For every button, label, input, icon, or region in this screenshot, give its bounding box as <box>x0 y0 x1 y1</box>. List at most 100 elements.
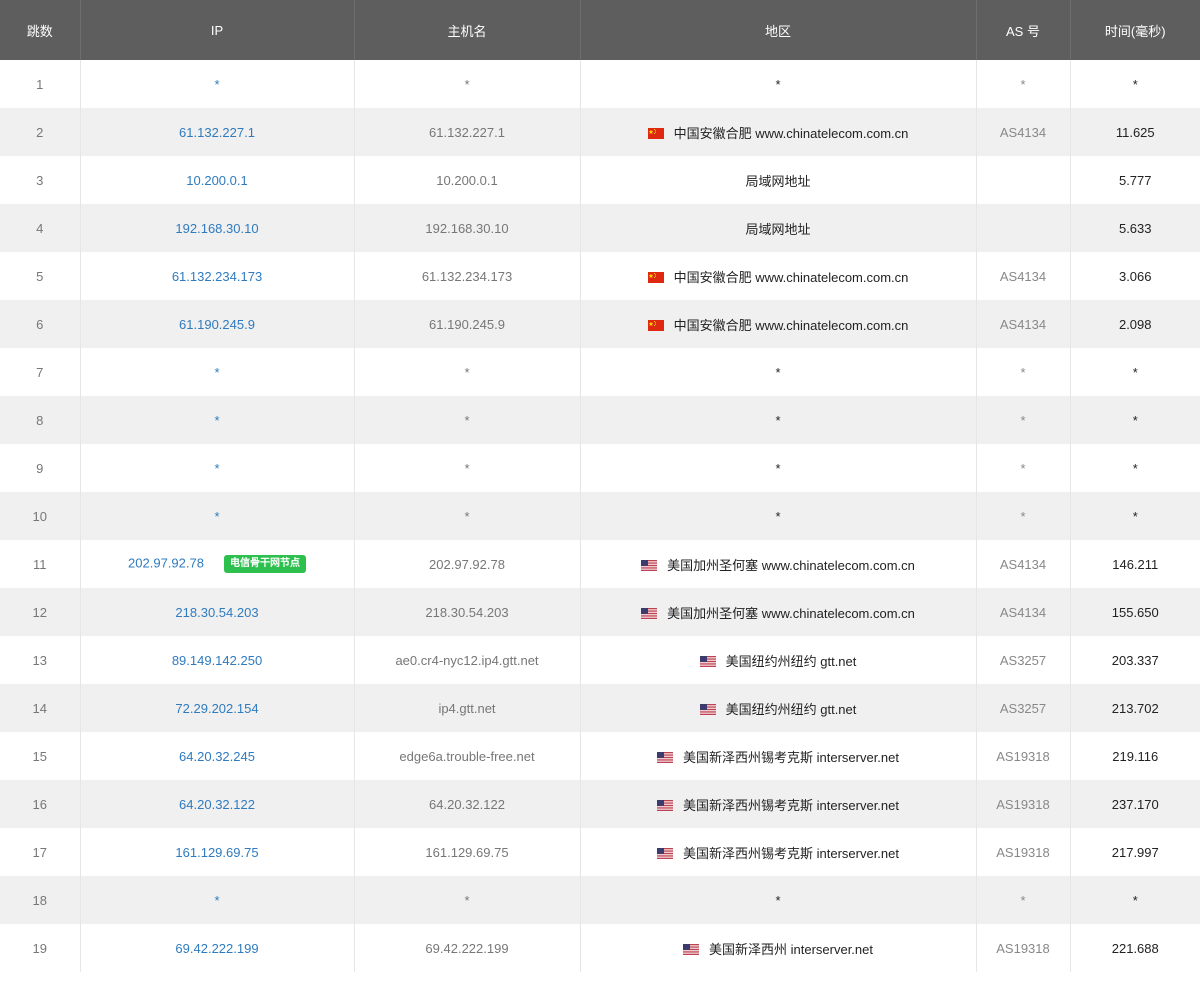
us-flag-icon <box>657 799 673 811</box>
region-cell: 美国纽约州纽约 gtt.net <box>580 636 977 684</box>
hostname-cell: 192.168.30.10 <box>354 204 581 252</box>
region-cell: * <box>580 396 977 444</box>
as-cell: AS19318 <box>976 924 1071 972</box>
header-time: 时间(毫秒) <box>1070 0 1200 60</box>
hostname-cell: 69.42.222.199 <box>354 924 581 972</box>
ip-cell: * <box>80 348 355 396</box>
hostname-cell: 61.190.245.9 <box>354 300 581 348</box>
ip-link[interactable]: 10.200.0.1 <box>186 173 247 188</box>
as-cell: AS4134 <box>976 108 1071 156</box>
hostname-cell: 61.132.227.1 <box>354 108 581 156</box>
as-cell: AS3257 <box>976 684 1071 732</box>
region-text: 美国纽约州纽约 gtt.net <box>725 701 857 717</box>
ip-link[interactable]: * <box>214 461 219 476</box>
ip-link[interactable]: 72.29.202.154 <box>175 701 258 716</box>
ip-link[interactable]: * <box>214 365 219 380</box>
as-cell: AS4134 <box>976 252 1071 300</box>
hop-cell: 11 <box>0 540 81 588</box>
us-flag-icon <box>699 703 716 715</box>
ip-cell: 192.168.30.10 <box>80 204 355 252</box>
ip-link[interactable]: 89.149.142.250 <box>172 653 262 668</box>
region-text: * <box>775 76 781 92</box>
region-text: 中国安徽合肥 www.chinatelecom.com.cn <box>673 125 909 141</box>
as-cell: AS19318 <box>976 828 1071 876</box>
ip-link[interactable]: 161.129.69.75 <box>175 845 258 860</box>
region-text: * <box>775 892 781 908</box>
as-cell: * <box>976 396 1071 444</box>
hop-cell: 12 <box>0 588 81 636</box>
region-cell: 中国安徽合肥 www.chinatelecom.com.cn <box>580 252 977 300</box>
ip-link[interactable]: * <box>214 509 219 524</box>
time-cell: 5.777 <box>1118 172 1152 188</box>
hostname-cell: edge6a.trouble-free.net <box>354 732 581 780</box>
hostname-cell: ae0.cr4-nyc12.ip4.gtt.net <box>354 636 581 684</box>
table-row: 17 161.129.69.75 161.129.69.75 美国新泽西州锡考克斯 i… <box>0 828 1200 876</box>
hop-cell: 16 <box>0 780 81 828</box>
hop-cell: 19 <box>0 924 81 972</box>
region-text: 局域网地址 <box>745 173 811 189</box>
header-hop: 跳数 <box>0 0 81 60</box>
us-flag-icon <box>641 559 658 571</box>
ip-link[interactable]: * <box>214 413 219 428</box>
table-row: 18 * * * * * <box>0 876 1200 924</box>
ip-cell: 61.190.245.9 <box>80 300 355 348</box>
as-cell <box>976 204 1071 252</box>
ip-cell: 69.42.222.199 <box>80 924 355 972</box>
table-row: 11 202.97.92.78 电信骨干网节点 202.97.92.78 美国加州圣何塞… <box>0 540 1200 588</box>
ip-link[interactable]: 61.190.245.9 <box>179 317 255 332</box>
hop-cell: 14 <box>0 684 81 732</box>
table-row: 9 * * * * * <box>0 444 1200 492</box>
region-cell: 美国加州圣何塞 www.chinatelecom.com.cn <box>580 540 977 588</box>
ip-link[interactable]: 61.132.227.1 <box>179 125 255 140</box>
hostname-cell: 161.129.69.75 <box>354 828 581 876</box>
ip-link[interactable]: 64.20.32.245 <box>179 749 255 764</box>
ip-link[interactable]: * <box>214 77 219 92</box>
time-cell: 2.098 <box>1070 300 1200 348</box>
table-row: 14 72.29.202.154 ip4.gtt.net 美国纽约州纽约 gtt.ne… <box>0 684 1200 732</box>
table-row: 13 89.149.142.250 ae0.cr4-nyc12.ip4.gtt.ne… <box>0 636 1200 684</box>
region-text: 美国新泽西州锡考克斯 interserver.net <box>683 797 899 813</box>
time-cell: * <box>1070 876 1200 924</box>
hop-cell: 3 <box>0 156 81 204</box>
table-body: 1 * * * * * 2 61.132.227.1 61.132.227.1 中国安徽合肥 ww… <box>0 60 1200 972</box>
as-cell: * <box>976 60 1071 108</box>
region-cell: * <box>580 444 977 492</box>
region-cell: * <box>580 348 977 396</box>
table-row: 7 * * * * * <box>0 348 1200 396</box>
table-row: 1 * * * * * <box>0 60 1200 108</box>
time-cell: 155.650 <box>1070 588 1200 636</box>
ip-link[interactable]: * <box>214 893 219 908</box>
ip-link[interactable]: 218.30.54.203 <box>175 605 258 620</box>
table-row: 16 64.20.32.122 64.20.32.122 美国新泽西州锡考克斯 int… <box>0 780 1200 828</box>
ip-cell: 61.132.227.1 <box>80 108 355 156</box>
hop-cell: 18 <box>0 876 81 924</box>
ip-cell: 89.149.142.250 <box>80 636 355 684</box>
region-text: 美国新泽西州锡考克斯 interserver.net <box>683 845 899 861</box>
region-text: 中国安徽合肥 www.chinatelecom.com.cn <box>673 269 909 285</box>
hop-cell: 2 <box>0 108 81 156</box>
ip-link[interactable]: 61.132.234.173 <box>172 269 262 284</box>
hop-cell: 6 <box>0 300 81 348</box>
header-ip: IP <box>80 0 355 60</box>
ip-link[interactable]: 69.42.222.199 <box>175 941 258 956</box>
table-row: 15 64.20.32.245 edge6a.trouble-free.net 美国新… <box>0 732 1200 780</box>
hostname-cell: * <box>354 444 581 492</box>
time-cell: 237.170 <box>1070 780 1200 828</box>
as-cell: AS3257 <box>976 636 1071 684</box>
ip-cell: * <box>80 444 355 492</box>
as-cell: AS4134 <box>976 588 1071 636</box>
region-cell: * <box>580 876 977 924</box>
us-flag-icon <box>683 943 699 955</box>
table-row: 3 10.200.0.1 10.200.0.1 局域网地址 5.777 <box>0 156 1200 204</box>
ip-link[interactable]: 64.20.32.122 <box>179 797 255 812</box>
hop-cell: 5 <box>0 252 81 300</box>
region-cell: 美国新泽西州锡考克斯 interserver.net <box>580 732 977 780</box>
table-header-row: 跳数 IP 主机名 地区 AS 号 时间(毫秒) <box>0 0 1200 60</box>
hostname-cell: * <box>354 396 581 444</box>
hop-cell: 13 <box>0 636 81 684</box>
time-cell: * <box>1132 76 1138 92</box>
time-cell: 213.702 <box>1070 684 1200 732</box>
ip-link[interactable]: 192.168.30.10 <box>175 221 258 236</box>
ip-link[interactable]: 202.97.92.78 <box>128 555 204 570</box>
hop-cell: 9 <box>0 444 81 492</box>
